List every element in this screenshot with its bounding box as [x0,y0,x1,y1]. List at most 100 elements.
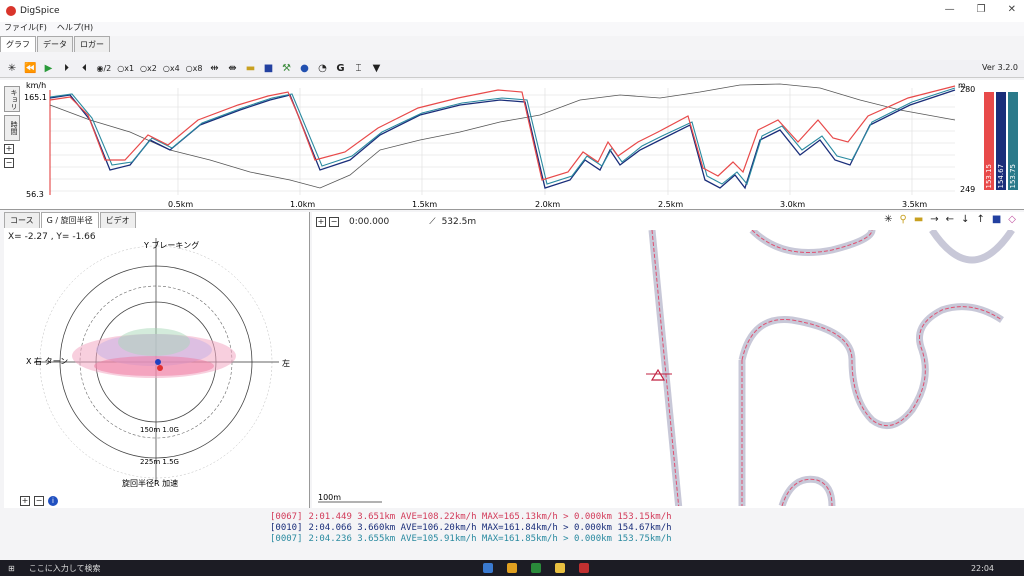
excel-icon[interactable] [530,563,541,573]
g-plot-panel: コース G / 旋回半径 ビデオ X= -2.27 , Y= -1.66 Y ブ… [4,212,310,508]
digspice-task-icon[interactable] [578,563,589,573]
graph-side-tabs: キョリ 時間 + − [4,86,20,168]
map-time: 0:00.000 [349,217,390,227]
main-tabs: グラフ データ ロガー [0,36,111,52]
rewind-icon[interactable]: ⏪ [24,62,36,76]
y-max-label: 165.1 [24,93,47,102]
tab-video[interactable]: ビデオ [99,212,136,228]
map-sparkle-icon[interactable]: ✳ [884,214,892,225]
arrow-up-icon[interactable]: ↑ [976,214,984,225]
g-bottom-label: 旋回半径R 加速 [122,478,178,488]
speed-x8-radio[interactable]: ○x8 [186,64,203,73]
minimize-icon[interactable]: — [945,4,955,15]
merge-icon[interactable]: ⇼ [226,62,238,76]
eraser-icon[interactable]: ◇ [1008,214,1016,225]
g-x-left: X 右 ターン [26,356,68,366]
menu-file[interactable]: ファイル(F) [4,22,47,36]
lap-row[interactable]: [0010] 2:04.066 3.660km AVE=106.20km/h M… [270,523,672,534]
lap-bar-0010: 154.67 [996,92,1006,190]
taskbar: ⊞ ここに入力して検索 22:04 [0,560,1024,576]
x-tick-20: 2.0km [535,200,560,209]
arrow-left-icon[interactable]: ← [946,214,954,225]
map-tools: ✳ ⚲ ▬ → ← ↓ ↑ ■ ◇ [884,214,1016,225]
zoom-out-icon[interactable]: − [4,158,14,168]
x-tick-05: 0.5km [168,200,193,209]
map-zoom-out-icon[interactable]: − [329,217,339,227]
y-right-max: 280 [960,85,975,94]
zoom-in-icon[interactable]: + [4,144,14,154]
tool-icon[interactable]: ⚒ [280,62,292,76]
g-ring1: 150m 1.0G [140,426,179,434]
lap-row[interactable]: [0067] 2:01.449 3.651km AVE=108.22km/h M… [270,512,672,523]
y-min-label: 56.3 [26,190,44,199]
y-right-min: 249 [960,185,975,194]
maximize-icon[interactable]: ❐ [977,4,986,15]
timer-icon[interactable]: ◔ [316,62,328,76]
tab-graph[interactable]: グラフ [0,36,36,52]
taskbar-clock: 22:04 [970,563,994,573]
info-icon[interactable]: i [48,496,58,506]
save-icon[interactable]: ■ [262,62,274,76]
chrome-icon[interactable] [506,563,517,573]
g-scatter-svg[interactable]: Y ブレーキング X 右 ターン 左 150m 1.0G 225m 1.5G 旋… [4,238,304,488]
window-controls: — ❐ ✕ [945,4,1016,15]
split-icon[interactable]: ⇹ [208,62,220,76]
menu-help[interactable]: ヘルプ(H) [57,22,93,36]
speed-x1-radio[interactable]: ○x1 [117,64,134,73]
arrow-down-icon[interactable]: ↓ [961,214,969,225]
tab-time[interactable]: 時間 [4,115,20,141]
x-tick-30: 3.0km [780,200,805,209]
step-back-icon[interactable]: ⏴ [78,62,90,76]
step-forward-icon[interactable]: ⏵ [60,62,72,76]
tab-g-radius[interactable]: G / 旋回半径 [40,212,99,228]
map-search-icon[interactable]: ⚲ [900,214,907,225]
sparkle-icon[interactable]: ✳ [6,62,18,76]
speed-graph[interactable]: km/h 165.1 56.3 m 280 249 0.5km 1.0km 1.… [0,80,1024,210]
tab-logger[interactable]: ロガー [74,36,110,52]
x-tick-25: 2.5km [658,200,683,209]
app-logo-icon [6,6,16,16]
speed-graph-svg: km/h 165.1 56.3 m 280 249 0.5km 1.0km 1.… [24,81,975,209]
lap-text: 2:01.449 3.651km AVE=108.22km/h MAX=165.… [308,512,672,522]
map-save-icon[interactable]: ■ [992,214,1001,225]
play-icon[interactable]: ▶ [42,62,54,76]
globe-icon[interactable]: ● [298,62,310,76]
explorer-icon[interactable] [554,563,565,573]
map-scale: 100m [318,493,341,502]
g-zoom-in-icon[interactable]: + [20,496,30,506]
lap-id: [0010] [270,523,303,533]
g-zoom-out-icon[interactable]: − [34,496,44,506]
lap-row[interactable]: [0007] 2:04.236 3.655km AVE=105.91km/h M… [270,534,672,545]
map-zoom-in-icon[interactable]: + [316,217,326,227]
tab-distance[interactable]: キョリ [4,86,20,112]
tab-course[interactable]: コース [4,212,40,228]
g-icon[interactable]: G [334,62,346,76]
ruler-icon[interactable]: ⟋ [429,217,435,227]
map-toolbar: + − 0:00.000 ⟋ 532.5m ✳ ⚲ ▬ → ← ↓ ↑ ■ ◇ [312,214,1024,230]
g-zoom-controls: + − i [20,496,58,506]
dropdown-icon[interactable]: ▼ [370,62,382,76]
edge-icon[interactable] [482,563,493,573]
map-folder-icon[interactable]: ▬ [914,214,923,225]
speed-x4-radio[interactable]: ○x4 [163,64,180,73]
lap-id: [0067] [270,512,303,522]
lap-bar-0067: 153.15 [984,92,994,190]
taskbar-search[interactable]: ここに入力して検索 [29,563,101,574]
arrow-right-icon[interactable]: → [930,214,938,225]
speed-x2-radio[interactable]: ○x2 [140,64,157,73]
menu-bar: ファイル(F) ヘルプ(H) [0,22,1024,36]
folder-icon[interactable]: ▬ [244,62,256,76]
window-title: DigSpice [20,6,60,16]
tab-data[interactable]: データ [37,36,73,52]
lap-id: [0007] [270,534,303,544]
toolbar: ✳ ⏪ ▶ ⏵ ⏴ ◉/2 ○x1 ○x2 ○x4 ○x8 ⇹ ⇼ ▬ ■ ⚒ … [0,60,1024,78]
x-tick-10: 1.0km [290,200,315,209]
g-x-right: 左 [282,358,290,368]
course-map-panel[interactable]: + − 0:00.000 ⟋ 532.5m ✳ ⚲ ▬ → ← ↓ ↑ ■ ◇ [312,212,1024,508]
speed-half-radio[interactable]: ◉/2 [96,64,111,73]
windows-start-icon[interactable]: ⊞ [8,564,15,573]
g-y-label: Y ブレーキング [143,240,199,250]
lower-tabs: コース G / 旋回半径 ビデオ [4,212,309,228]
cursor-icon[interactable]: ⌶ [352,62,364,76]
close-icon[interactable]: ✕ [1008,4,1016,15]
